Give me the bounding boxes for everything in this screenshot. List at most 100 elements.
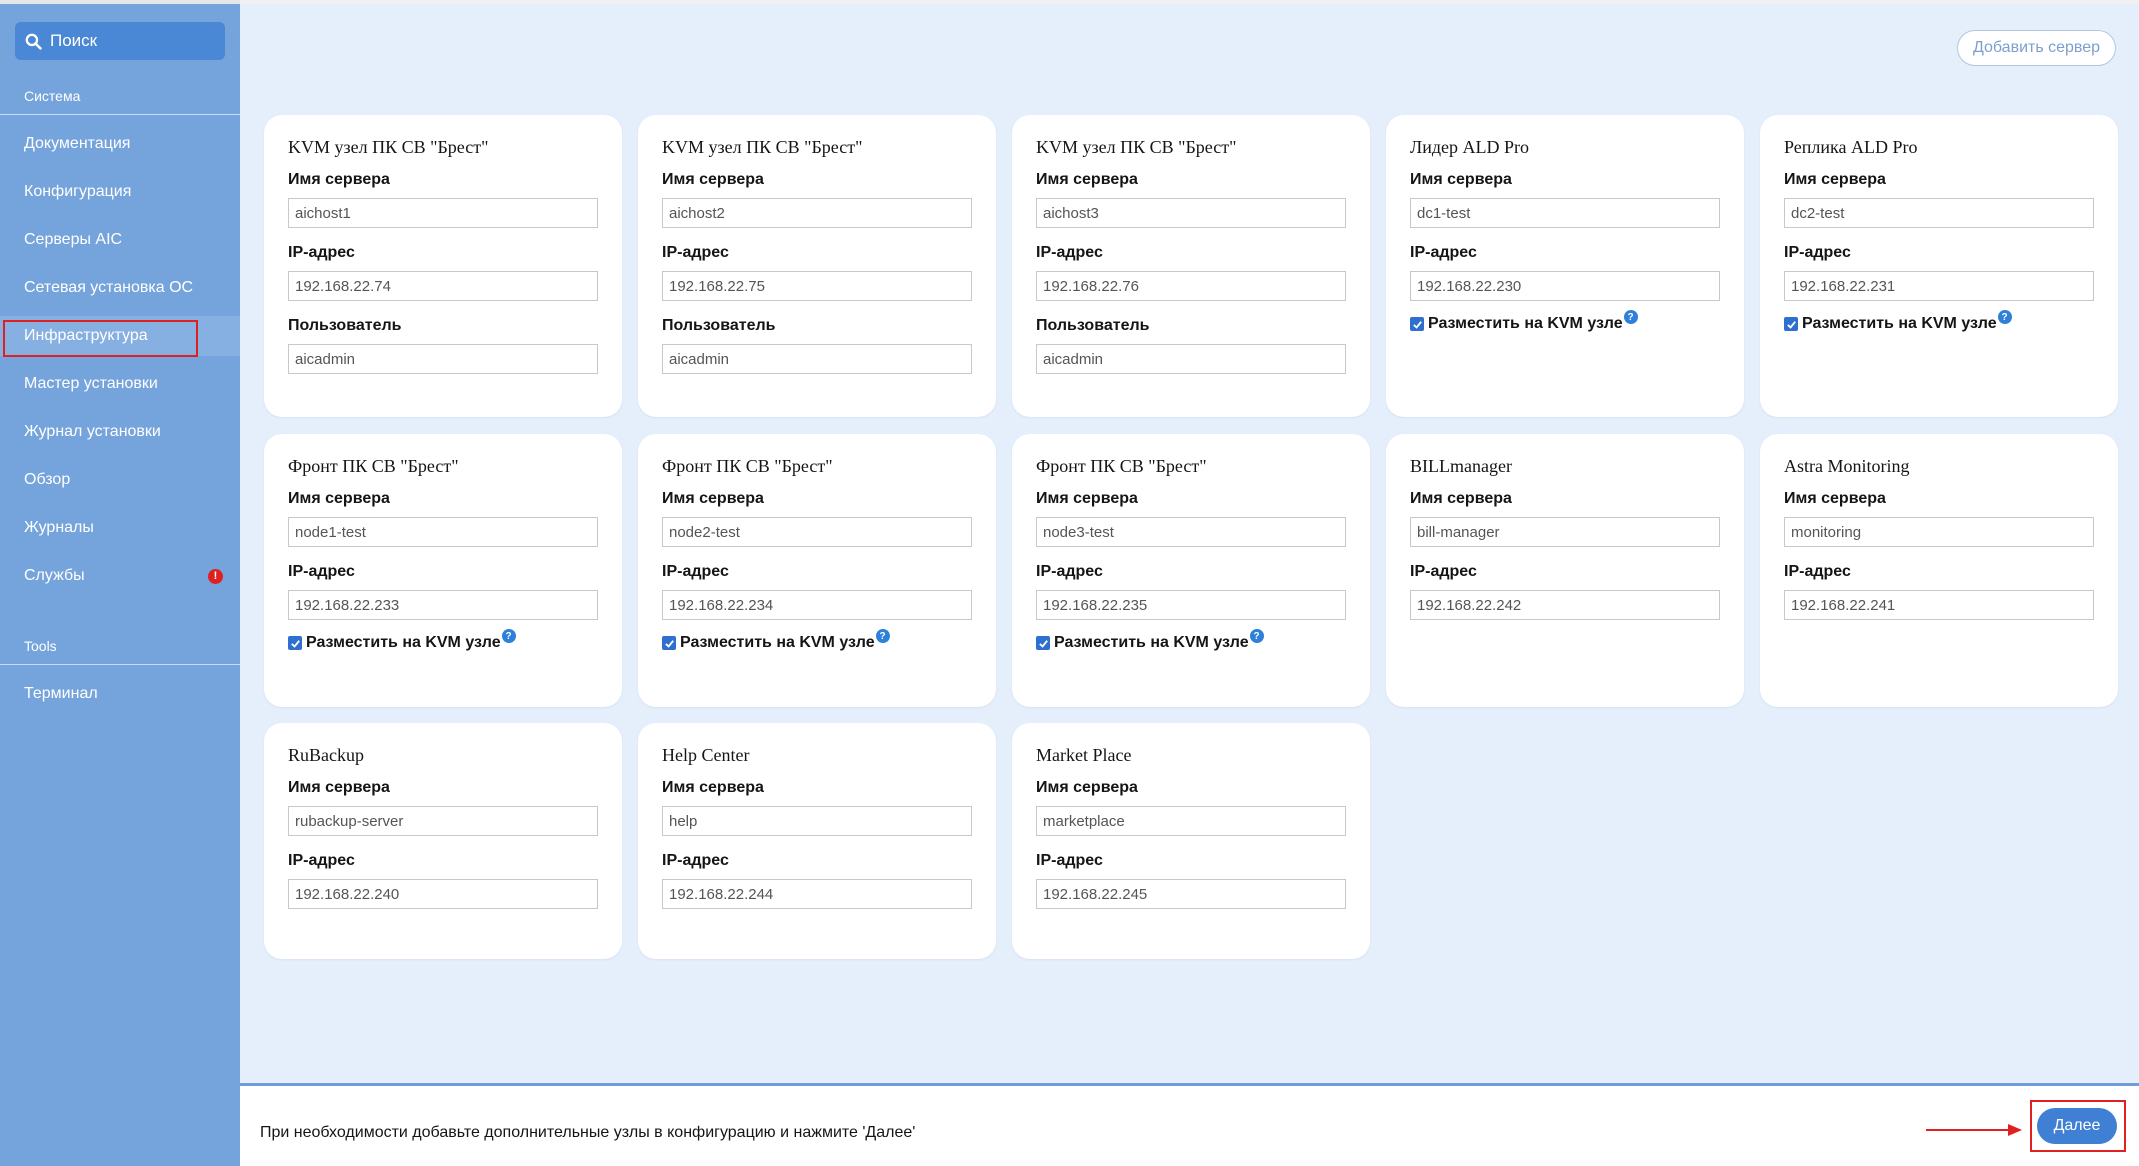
user-input[interactable] — [662, 344, 972, 374]
help-icon[interactable]: ? — [875, 629, 890, 643]
divider — [0, 664, 240, 665]
footer-bar: При необходимости добавьте дополнительны… — [240, 1083, 2139, 1166]
server-name-input[interactable] — [1036, 517, 1346, 547]
server-name-label: Имя сервера — [1036, 779, 1138, 796]
server-name-label: Имя сервера — [1784, 490, 1886, 507]
ip-label: IP-адрес — [662, 852, 729, 869]
server-name-label: Имя сервера — [288, 490, 390, 507]
server-name-input[interactable] — [1410, 198, 1720, 228]
check-icon — [1038, 639, 1048, 648]
card-title: Фронт ПК СВ "Брест" — [288, 456, 459, 476]
server-name-input[interactable] — [1784, 198, 2094, 228]
server-name-input[interactable] — [1410, 517, 1720, 547]
ip-input[interactable] — [288, 879, 598, 909]
kvm-checkbox[interactable] — [1784, 317, 1798, 331]
kvm-checkbox-row[interactable]: Разместить на KVM узле ? — [1036, 629, 1346, 654]
help-icon[interactable]: ? — [1623, 310, 1638, 324]
kvm-checkbox[interactable] — [1410, 317, 1424, 331]
sidebar-item-aic-servers[interactable]: Серверы AIC — [0, 220, 240, 260]
ip-label: IP-адрес — [288, 852, 355, 869]
ip-input[interactable] — [1784, 271, 2094, 301]
sidebar-item-services[interactable]: Службы ! — [0, 556, 240, 596]
help-icon[interactable]: ? — [1249, 629, 1264, 643]
card-title: Реплика ALD Pro — [1784, 137, 1918, 157]
ip-input[interactable] — [1036, 271, 1346, 301]
server-card: Реплика ALD Pro Имя сервера IP-адрес Раз… — [1760, 115, 2118, 417]
ip-input[interactable] — [662, 590, 972, 620]
user-input[interactable] — [288, 344, 598, 374]
ip-input[interactable] — [288, 590, 598, 620]
card-title: Фронт ПК СВ "Брест" — [1036, 456, 1207, 476]
server-card: Лидер ALD Pro Имя сервера IP-адрес Разме… — [1386, 115, 1744, 417]
help-icon[interactable]: ? — [501, 629, 516, 643]
ip-input[interactable] — [1410, 590, 1720, 620]
alert-badge: ! — [208, 568, 223, 584]
server-name-input[interactable] — [662, 198, 972, 228]
kvm-checkbox-row[interactable]: Разместить на KVM узле ? — [288, 629, 598, 654]
kvm-checkbox[interactable] — [288, 636, 302, 650]
server-card: Фронт ПК СВ "Брест" Имя сервера IP-адрес… — [1012, 434, 1370, 707]
sidebar-item-network-os-install[interactable]: Сетевая установка ОС — [0, 268, 240, 308]
search-icon — [25, 33, 42, 50]
top-strip — [240, 0, 2139, 4]
sidebar-item-terminal[interactable]: Терминал — [0, 674, 240, 714]
kvm-checkbox[interactable] — [662, 636, 676, 650]
server-card: Help Center Имя сервера IP-адрес — [638, 723, 996, 959]
next-button[interactable]: Далее — [2037, 1108, 2117, 1144]
server-name-input[interactable] — [1036, 198, 1346, 228]
kvm-checkbox-row[interactable]: Разместить на KVM узле ? — [1410, 310, 1720, 335]
server-name-input[interactable] — [288, 517, 598, 547]
kvm-checkbox[interactable] — [1036, 636, 1050, 650]
user-label: Пользователь — [662, 317, 776, 334]
ip-input[interactable] — [662, 271, 972, 301]
server-name-label: Имя сервера — [1036, 171, 1138, 188]
sidebar-item-documentation[interactable]: Документация — [0, 124, 240, 164]
sidebar-item-logs[interactable]: Журналы — [0, 508, 240, 548]
kvm-label: Разместить на KVM узле — [680, 634, 875, 651]
sidebar-item-configuration[interactable]: Конфигурация — [0, 172, 240, 212]
ip-label: IP-адрес — [662, 563, 729, 580]
kvm-label: Разместить на KVM узле — [306, 634, 501, 651]
ip-label: IP-адрес — [1036, 244, 1103, 261]
ip-input[interactable] — [1410, 271, 1720, 301]
server-name-input[interactable] — [662, 806, 972, 836]
add-server-button[interactable]: Добавить сервер — [1957, 30, 2116, 66]
card-title: KVM узел ПК СВ "Брест" — [288, 137, 489, 157]
card-title: Help Center — [662, 745, 750, 765]
ip-label: IP-адрес — [662, 244, 729, 261]
ip-input[interactable] — [1784, 590, 2094, 620]
server-name-input[interactable] — [662, 517, 972, 547]
sidebar-item-label: Журнал установки — [24, 423, 161, 440]
sidebar-item-install-wizard[interactable]: Мастер установки — [0, 364, 240, 404]
kvm-label: Разместить на KVM узле — [1802, 315, 1997, 332]
server-name-input[interactable] — [1036, 806, 1346, 836]
ip-input[interactable] — [288, 271, 598, 301]
server-name-input[interactable] — [1784, 517, 2094, 547]
user-label: Пользователь — [1036, 317, 1150, 334]
ip-label: IP-адрес — [1410, 244, 1477, 261]
ip-input[interactable] — [662, 879, 972, 909]
sidebar-item-label: Обзор — [24, 471, 71, 488]
sidebar-item-label: Службы — [24, 567, 85, 584]
server-name-label: Имя сервера — [1410, 490, 1512, 507]
card-title: BILLmanager — [1410, 456, 1512, 476]
user-label: Пользователь — [288, 317, 402, 334]
user-input[interactable] — [1036, 344, 1346, 374]
ip-input[interactable] — [1036, 590, 1346, 620]
ip-label: IP-адрес — [288, 563, 355, 580]
server-card: BILLmanager Имя сервера IP-адрес — [1386, 434, 1744, 707]
server-name-input[interactable] — [288, 806, 598, 836]
sidebar-search[interactable]: Поиск — [15, 22, 225, 60]
sidebar-item-install-log[interactable]: Журнал установки — [0, 412, 240, 452]
highlight-box — [3, 320, 198, 357]
server-name-input[interactable] — [288, 198, 598, 228]
kvm-checkbox-row[interactable]: Разместить на KVM узле ? — [1784, 310, 2094, 335]
kvm-checkbox-row[interactable]: Разместить на KVM узле ? — [662, 629, 972, 654]
sidebar-item-label: Сетевая установка ОС — [24, 279, 194, 296]
server-card: KVM узел ПК СВ "Брест" Имя сервера IP-ад… — [1012, 115, 1370, 417]
card-title: Лидер ALD Pro — [1410, 137, 1529, 157]
sidebar-item-overview[interactable]: Обзор — [0, 460, 240, 500]
help-icon[interactable]: ? — [1997, 310, 2012, 324]
ip-input[interactable] — [1036, 879, 1346, 909]
card-title: Market Place — [1036, 745, 1132, 765]
